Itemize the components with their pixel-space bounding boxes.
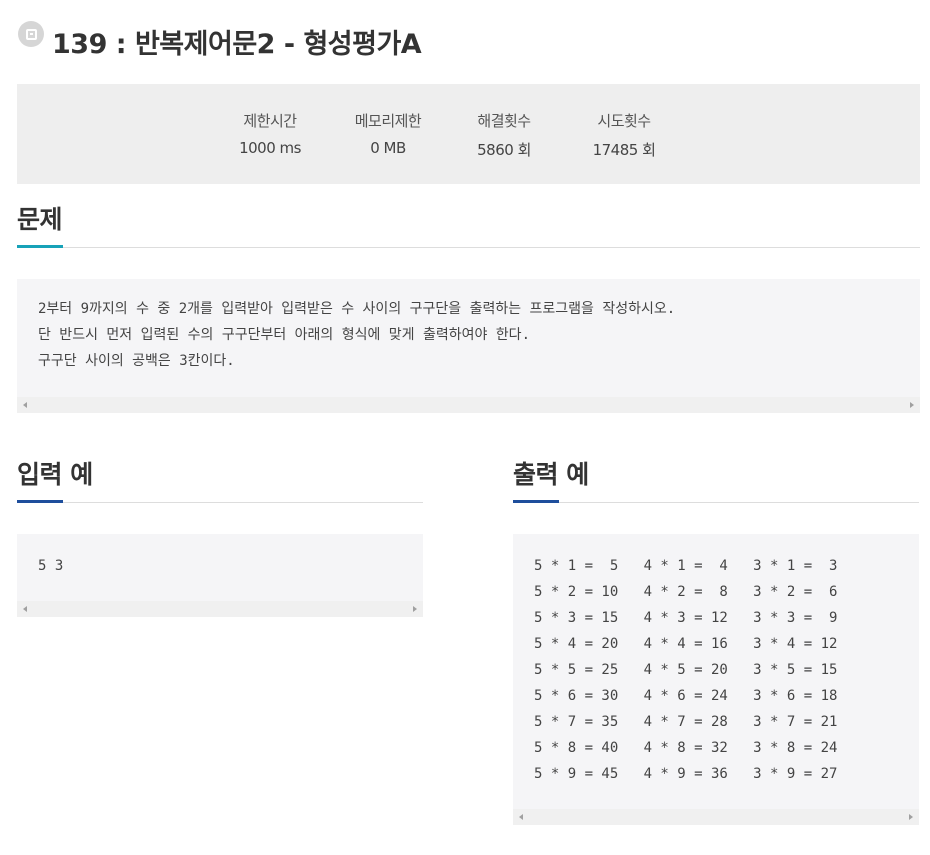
input-example: 5 3: [38, 558, 64, 574]
problem-description-box: 2부터 9까지의 수 중 2개를 입력받아 입력받은 수 사이의 구구단을 출력…: [17, 279, 920, 413]
bookmark-icon[interactable]: [18, 21, 44, 47]
problem-heading-divider: [17, 247, 920, 248]
input-example-heading: 입력 예: [17, 460, 93, 489]
stat-label: 시도횟수: [597, 112, 651, 130]
chevron-right-icon[interactable]: [910, 402, 914, 408]
input-heading-divider: [17, 502, 423, 503]
chevron-right-icon[interactable]: [909, 814, 913, 820]
stat-value: 0 MB: [370, 139, 406, 157]
output-example-box: 5 * 1 = 5 4 * 1 = 4 3 * 1 = 3 5 * 2 = 10…: [513, 534, 919, 825]
input-example-box: 5 3: [17, 534, 423, 617]
problem-description: 2부터 9까지의 수 중 2개를 입력받아 입력받은 수 사이의 구구단을 출력…: [38, 301, 676, 369]
chevron-left-icon[interactable]: [23, 606, 27, 612]
stat-label: 해결횟수: [477, 112, 531, 130]
output-example-heading: 출력 예: [513, 460, 589, 489]
chevron-right-icon[interactable]: [413, 606, 417, 612]
output-heading-accent: [513, 500, 559, 503]
output-heading-divider: [513, 502, 919, 503]
stat-value: 5860 회: [477, 141, 531, 159]
problem-heading: 문제: [17, 205, 63, 234]
input-heading-accent: [17, 500, 63, 503]
stat-value: 1000 ms: [239, 139, 301, 157]
stat-attempt-count: 시도횟수 17485 회: [564, 110, 684, 160]
title-row: 139 : 반복제어문2 - 형성평가A: [18, 16, 422, 66]
stat-value: 17485 회: [592, 141, 656, 159]
stat-solved-count: 해결횟수 5860 회: [444, 110, 564, 160]
problem-heading-accent: [17, 245, 63, 248]
page-title: 139 : 반복제어문2 - 형성평가A: [52, 28, 422, 60]
stat-time-limit: 제한시간 1000 ms: [210, 110, 330, 157]
stat-memory-limit: 메모리제한 0 MB: [328, 110, 448, 157]
chevron-left-icon[interactable]: [519, 814, 523, 820]
output-example: 5 * 1 = 5 4 * 1 = 4 3 * 1 = 3 5 * 2 = 10…: [534, 558, 838, 782]
horizontal-scrollbar[interactable]: [17, 397, 920, 413]
stat-label: 제한시간: [243, 112, 297, 130]
stats-panel: 제한시간 1000 ms 메모리제한 0 MB 해결횟수 5860 회 시도횟수…: [17, 84, 920, 184]
horizontal-scrollbar[interactable]: [17, 601, 423, 617]
stat-label: 메모리제한: [354, 112, 422, 130]
chevron-left-icon[interactable]: [23, 402, 27, 408]
horizontal-scrollbar[interactable]: [513, 809, 919, 825]
